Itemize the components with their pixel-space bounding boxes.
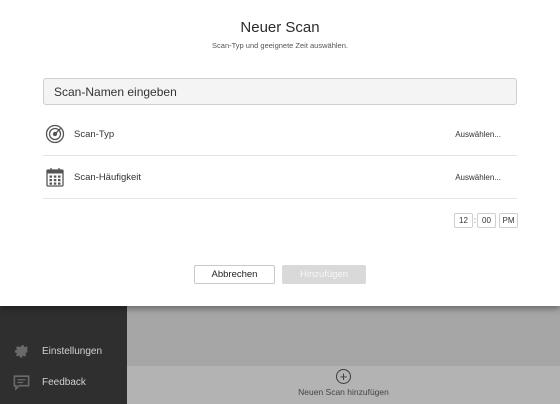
time-picker: 12 : 00 PM <box>454 213 518 228</box>
scan-type-row[interactable]: Scan-Typ Auswählen... <box>43 113 517 156</box>
add-new-scan-label: Neuen Scan hinzufügen <box>298 387 389 397</box>
dialog-title: Neuer Scan <box>240 19 320 36</box>
gear-icon <box>12 342 31 361</box>
scan-frequency-row[interactable]: Scan-Häufigkeit Auswählen... <box>43 156 517 199</box>
dialog-subtitle: Scan-Typ und geeignete Zeit auswählen. <box>212 41 348 50</box>
cancel-button[interactable]: Abbrechen <box>194 265 275 284</box>
sidebar-item-label: Einstellungen <box>42 346 103 357</box>
calendar-icon <box>45 167 65 187</box>
sidebar-item-feedback[interactable]: Feedback <box>12 373 86 392</box>
scan-name-input[interactable] <box>43 78 517 105</box>
add-button[interactable]: Hinzufügen <box>282 265 366 284</box>
sidebar-item-settings[interactable]: Einstellungen <box>12 342 102 361</box>
scan-type-label: Scan-Typ <box>74 128 115 140</box>
new-scan-dialog: Neuer Scan Scan-Typ und geeignete Zeit a… <box>0 0 560 306</box>
scan-frequency-select-link[interactable]: Auswählen... <box>455 173 501 182</box>
plus-circle-icon: + <box>336 369 351 384</box>
scan-frequency-label: Scan-Häufigkeit <box>74 171 142 183</box>
scan-target-icon <box>45 124 65 144</box>
scan-type-select-link[interactable]: Auswählen... <box>455 130 501 139</box>
hour-field[interactable]: 12 <box>454 213 473 228</box>
ampm-field[interactable]: PM <box>499 213 518 228</box>
add-new-scan-button[interactable]: + Neuen Scan hinzufügen <box>127 369 560 397</box>
minute-field[interactable]: 00 <box>477 213 496 228</box>
sidebar-item-label: Feedback <box>42 377 86 388</box>
feedback-icon <box>12 373 31 392</box>
